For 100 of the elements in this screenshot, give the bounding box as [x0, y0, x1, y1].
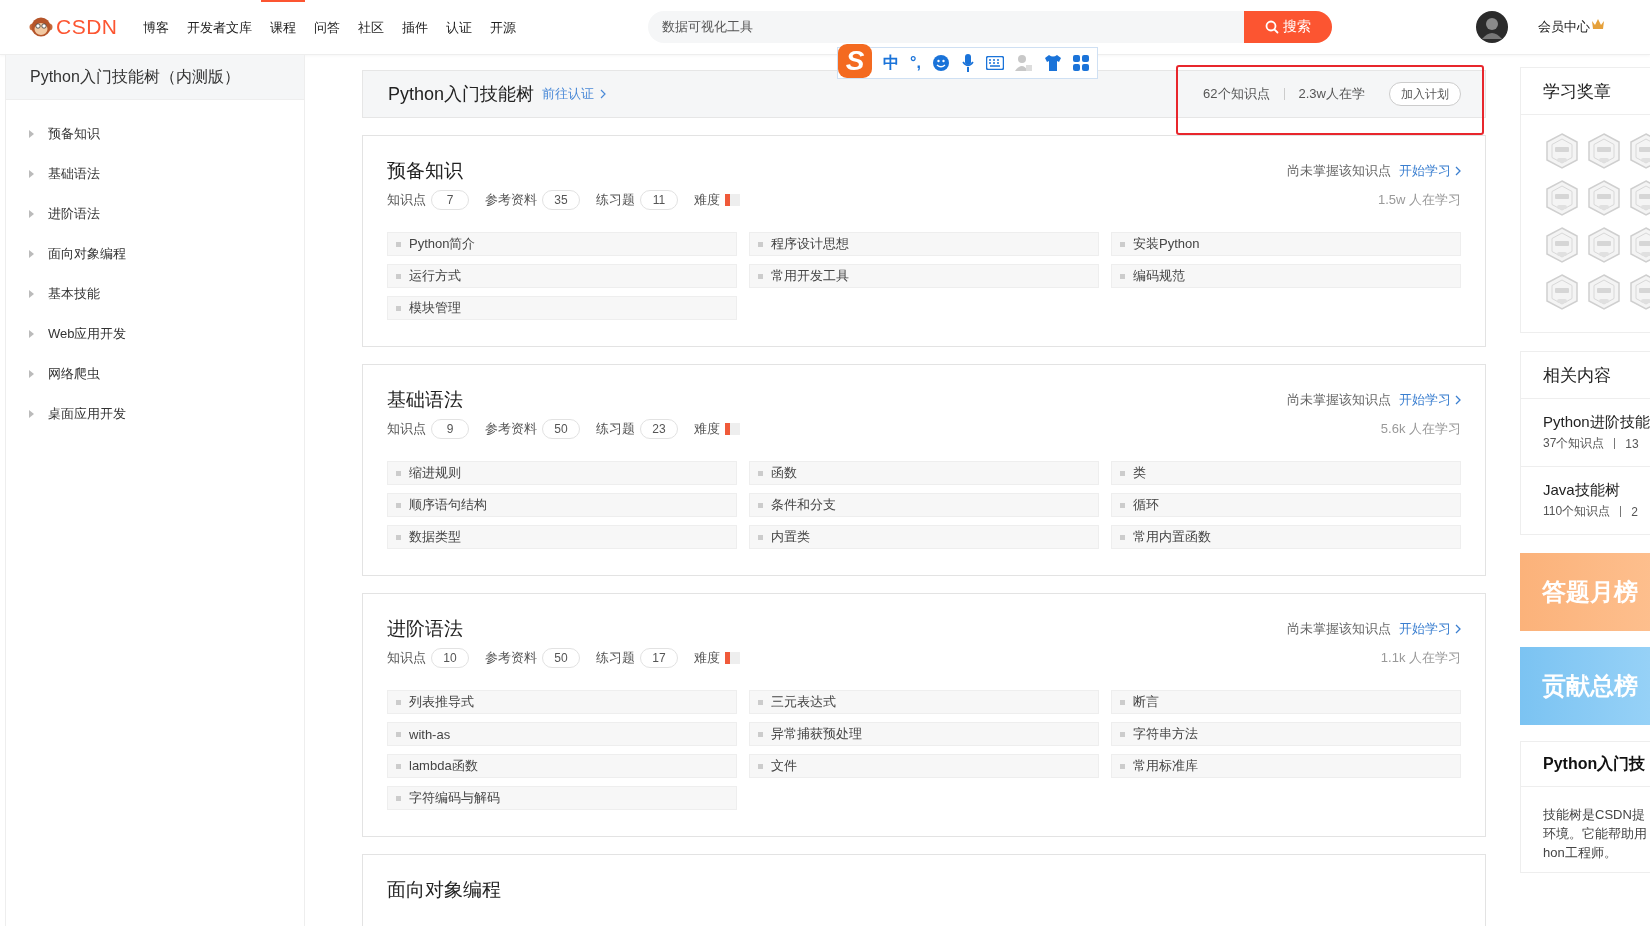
section-title: 进阶语法	[387, 617, 463, 641]
ime-punctuation-toggle[interactable]: °,	[910, 54, 921, 72]
count-label: 参考资料	[485, 191, 537, 209]
sidebar-item-label: 基本技能	[48, 285, 100, 303]
sidebar-item[interactable]: 基本技能	[6, 274, 304, 314]
sidebar-item-label: Web应用开发	[48, 325, 127, 343]
nav-link[interactable]: 社区	[348, 0, 393, 54]
topic-item[interactable]: 列表推导式	[387, 690, 737, 714]
count-label: 练习题	[596, 420, 635, 438]
sidebar-item[interactable]: 桌面应用开发	[6, 394, 304, 434]
difficulty-label: 难度	[694, 649, 720, 667]
topic-item[interactable]: 顺序语句结构	[387, 493, 737, 517]
chevron-right-icon	[600, 89, 608, 99]
course-stat: 62个知识点	[1203, 85, 1270, 103]
sidebar-item[interactable]: 预备知识	[6, 114, 304, 154]
topic-item[interactable]: 模块管理	[387, 296, 737, 320]
count-label: 练习题	[596, 191, 635, 209]
smiley-icon[interactable]	[931, 54, 950, 72]
badge-icon[interactable]	[1545, 274, 1579, 310]
expand-arrow-icon	[28, 370, 35, 378]
difficulty-label: 难度	[694, 420, 720, 438]
topic-item[interactable]: 内置类	[749, 525, 1099, 549]
related-course-link[interactable]: Python进阶技能	[1543, 413, 1650, 432]
topic-item[interactable]: 缩进规则	[387, 461, 737, 485]
intro-text: hon工程师。	[1543, 844, 1618, 862]
panel-title: Python入门技	[1521, 742, 1650, 787]
topic-item[interactable]: 函数	[749, 461, 1099, 485]
related-extra-count: 2	[1631, 504, 1638, 519]
badge-icon[interactable]	[1545, 133, 1579, 169]
sidebar-item[interactable]: Web应用开发	[6, 314, 304, 354]
topic-item[interactable]: 循环	[1111, 493, 1461, 517]
badge-icon[interactable]	[1587, 274, 1621, 310]
topic-item[interactable]: with-as	[387, 722, 737, 746]
nav-link[interactable]: 开发者文库	[177, 0, 261, 54]
related-course-link[interactable]: Java技能树	[1543, 481, 1650, 500]
section-hint: 尚未掌握该知识点	[1287, 162, 1391, 180]
count-badge: 11	[640, 190, 678, 210]
join-plan-button[interactable]: 加入计划	[1389, 82, 1461, 106]
badge-icon[interactable]	[1545, 227, 1579, 263]
chevron-right-icon	[1455, 166, 1461, 176]
expand-arrow-icon	[28, 410, 35, 418]
topic-item[interactable]: lambda函数	[387, 754, 737, 778]
chevron-right-icon	[1455, 624, 1461, 634]
topic-item[interactable]: 三元表达式	[749, 690, 1099, 714]
start-learning-link[interactable]: 开始学习	[1399, 162, 1461, 180]
sidebar-title: Python入门技能树（内测版）	[6, 55, 304, 100]
topic-item[interactable]: 字符串方法	[1111, 722, 1461, 746]
topic-item[interactable]: 程序设计思想	[749, 232, 1099, 256]
nav-link[interactable]: 认证	[436, 0, 481, 54]
sidebar-item[interactable]: 基础语法	[6, 154, 304, 194]
difficulty-meter	[725, 423, 740, 435]
panel-title: 相关内容	[1521, 352, 1650, 399]
sidebar-item-label: 预备知识	[48, 125, 100, 143]
search-field[interactable]: 数据可视化工具	[647, 11, 1244, 43]
topic-item[interactable]: 条件和分支	[749, 493, 1099, 517]
difficulty-meter	[725, 652, 740, 664]
topic-item[interactable]: 字符编码与解码	[387, 786, 737, 810]
expand-arrow-icon	[28, 210, 35, 218]
topic-item[interactable]: 数据类型	[387, 525, 737, 549]
expand-arrow-icon	[28, 290, 35, 298]
topic-item[interactable]: 常用开发工具	[749, 264, 1099, 288]
sidebar-item[interactable]: 进阶语法	[6, 194, 304, 234]
topic-item[interactable]: 常用标准库	[1111, 754, 1461, 778]
topic-item[interactable]: 编码规范	[1111, 264, 1461, 288]
badge-icon[interactable]	[1587, 227, 1621, 263]
nav-link[interactable]: 博客	[133, 0, 178, 54]
topic-item[interactable]: 类	[1111, 461, 1461, 485]
intro-text: 技能树是CSDN提	[1543, 806, 1646, 824]
nav-link[interactable]: 插件	[392, 0, 437, 54]
related-extra-count: 13	[1625, 436, 1639, 451]
topic-item[interactable]: Python简介	[387, 232, 737, 256]
start-learning-link[interactable]: 开始学习	[1399, 620, 1461, 638]
nav-link[interactable]: 问答	[304, 0, 349, 54]
chevron-right-icon	[1455, 395, 1461, 405]
badge-icon[interactable]	[1545, 180, 1579, 216]
topic-item[interactable]: 异常捕获预处理	[749, 722, 1099, 746]
intro-text: 环境。它能帮助用	[1543, 825, 1648, 843]
grid-icon[interactable]	[1072, 55, 1089, 71]
badge-icon[interactable]	[1587, 133, 1621, 169]
topic-item[interactable]: 运行方式	[387, 264, 737, 288]
section-hint: 尚未掌握该知识点	[1287, 391, 1391, 409]
monkey-logo-icon	[29, 16, 53, 38]
user-icon[interactable]	[1014, 54, 1033, 72]
avatar-icon[interactable]	[1475, 11, 1508, 43]
topic-item[interactable]: 常用内置函数	[1111, 525, 1461, 549]
ime-mode-toggle[interactable]: 中	[883, 52, 899, 74]
badge-icon[interactable]	[1587, 180, 1621, 216]
topic-item[interactable]: 断言	[1111, 690, 1461, 714]
member-center-link[interactable]: 会员中心	[1537, 18, 1590, 36]
microphone-icon[interactable]	[960, 53, 975, 73]
sidebar-item[interactable]: 面向对象编程	[6, 234, 304, 274]
start-learning-link[interactable]: 开始学习	[1399, 391, 1461, 409]
topic-item[interactable]: 安装Python	[1111, 232, 1461, 256]
shirt-icon[interactable]	[1043, 55, 1062, 71]
keyboard-icon[interactable]	[985, 56, 1004, 70]
section-hint: 尚未掌握该知识点	[1287, 620, 1391, 638]
topic-item[interactable]: 文件	[749, 754, 1099, 778]
sidebar-item[interactable]: 网络爬虫	[6, 354, 304, 394]
count-label: 知识点	[387, 191, 426, 209]
nav-link[interactable]: 开源	[480, 0, 525, 54]
